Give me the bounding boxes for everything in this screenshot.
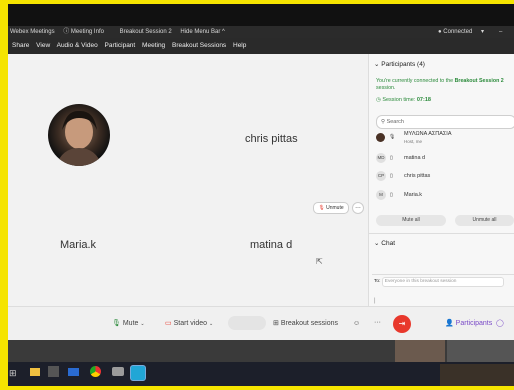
device-icon: ▯	[390, 155, 393, 161]
connection-status[interactable]: ● Connected ▾	[438, 26, 484, 38]
window-top-bar	[8, 4, 514, 26]
participant-name-maria: Maria.k	[60, 239, 97, 251]
mute-button[interactable]: 🎙 Mute ⌄	[112, 319, 145, 329]
device-icon: ▯	[390, 192, 393, 198]
mic-icon: 🎙	[389, 134, 396, 140]
app-title-bar: Webex Meetings ⓘ Meeting Info Breakout S…	[8, 26, 514, 38]
participant-avatar	[48, 104, 110, 166]
breakout-session-title: Breakout Session 2	[119, 29, 172, 35]
participant-initials: M	[376, 190, 386, 200]
start-icon[interactable]: ⊞	[9, 368, 17, 379]
unmute-all-button[interactable]: Unmute all	[455, 215, 514, 226]
mic-muted-icon: 🎙	[318, 205, 325, 211]
menu-view[interactable]: View	[36, 42, 50, 49]
microphone-icon: 🎙	[112, 320, 121, 327]
minimize-icon[interactable]: –	[499, 26, 502, 38]
menu-share[interactable]: Share	[12, 42, 29, 49]
chat-recipient[interactable]: To: Everyone in this breakout session	[374, 277, 504, 287]
session-time: ◷ Session time: 07:18	[376, 97, 431, 103]
store-icon[interactable]	[48, 366, 59, 377]
menu-meeting[interactable]: Meeting	[142, 42, 165, 49]
menu-bar: Share View Audio & Video Participant Mee…	[8, 38, 514, 54]
video-stage	[8, 54, 368, 306]
search-icon: ⚲	[381, 119, 386, 125]
cursor-icon: ⇱	[316, 257, 323, 266]
participants-icon: 👤	[445, 320, 454, 327]
background-thumbnail	[447, 340, 514, 362]
more-icon[interactable]: ···	[374, 318, 381, 328]
host-avatar	[376, 133, 385, 142]
tray-photo	[440, 364, 514, 386]
participant-name-chris: chris pittas	[245, 133, 298, 145]
chat-icon[interactable]: ◯	[496, 319, 504, 329]
participant-name: ΜΥΛΩΝΑ ΑΣΠΑΣΙΑ	[404, 131, 452, 137]
app-icon[interactable]	[112, 367, 124, 376]
chat-divider	[372, 274, 514, 275]
leave-icon: ⇥	[398, 319, 406, 328]
participant-name: chris pittas	[404, 173, 431, 179]
os-taskbar	[8, 362, 514, 386]
share-button[interactable]	[228, 316, 266, 330]
breakout-icon: ⊞	[273, 320, 279, 327]
participant-name-matina: matina d	[250, 239, 293, 251]
participant-initials: MD	[376, 153, 386, 163]
unmute-button[interactable]: 🎙 Unmute	[313, 202, 349, 214]
background-thumbnail	[395, 340, 445, 362]
avatar-photo-icon	[56, 110, 102, 166]
hide-menu-bar-button[interactable]: Hide Menu Bar ^	[180, 29, 225, 35]
mail-icon[interactable]	[68, 368, 79, 376]
menu-audio-video[interactable]: Audio & Video	[57, 42, 98, 49]
leave-meeting-button[interactable]: ⇥	[393, 315, 411, 333]
participant-name: matina d	[404, 155, 426, 161]
chat-recipient-select: Everyone in this breakout session	[381, 277, 504, 287]
chevron-down-icon: ⌄	[140, 321, 145, 327]
reactions-icon[interactable]: ☺	[353, 319, 360, 329]
breakout-sessions-button[interactable]: ⊞ Breakout sessions	[273, 319, 338, 329]
breakout-connection-note: You're currently connected to the Breako…	[376, 78, 504, 91]
menu-breakout-sessions[interactable]: Breakout Sessions	[172, 42, 226, 49]
participant-initials: CP	[376, 171, 386, 181]
participants-button[interactable]: 👤 Participants	[445, 319, 492, 329]
start-video-button[interactable]: ▭ Start video ⌄	[165, 319, 213, 329]
chat-input[interactable]: |	[374, 289, 514, 304]
participant-name: Maria.k	[404, 192, 423, 198]
webex-taskbar-icon[interactable]	[130, 365, 146, 381]
mute-all-button[interactable]: Mute all	[376, 215, 446, 226]
chevron-down-icon: ⌄	[209, 321, 214, 327]
more-options-button[interactable]: …	[352, 202, 364, 214]
video-off-icon: ▭	[165, 320, 172, 327]
menu-help[interactable]: Help	[233, 42, 246, 49]
chrome-icon[interactable]	[90, 366, 101, 377]
meeting-info-button[interactable]: ⓘ Meeting Info	[63, 29, 111, 35]
folder-icon[interactable]	[30, 368, 40, 376]
device-icon: ▯	[390, 173, 393, 179]
participant-search-input[interactable]: ⚲ Search	[376, 115, 514, 129]
app-name: Webex Meetings	[10, 29, 55, 35]
participant-role: Host, me	[404, 139, 423, 144]
menu-participant[interactable]: Participant	[105, 42, 136, 49]
participants-panel-title[interactable]: ⌄ Participants (4)	[374, 60, 425, 68]
chat-panel-title[interactable]: ⌄ Chat	[374, 239, 395, 247]
panel-divider	[368, 233, 514, 234]
